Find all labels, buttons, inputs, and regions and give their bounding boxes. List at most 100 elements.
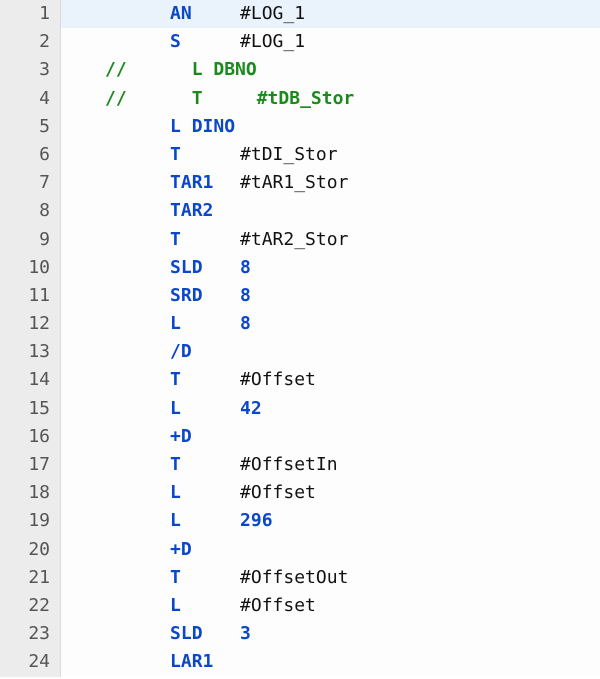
instruction: S (170, 31, 181, 52)
indent-text (105, 226, 170, 254)
indent-text (105, 564, 170, 592)
instruction: L (170, 482, 181, 503)
indent (61, 28, 105, 56)
code-line[interactable]: // L DBNO (61, 56, 600, 84)
instr-cell: T (170, 451, 240, 479)
operand-number: 42 (240, 398, 262, 419)
operand-number: 8 (240, 313, 251, 334)
instruction: AN (170, 3, 192, 24)
operand-number: 3 (240, 623, 251, 644)
operand-cell: 3 (240, 620, 251, 648)
operand-cell: #LOG_1 (240, 28, 305, 56)
instruction: TAR2 (170, 200, 213, 221)
operand: #Offset (240, 369, 316, 390)
indent-text (105, 395, 170, 423)
operand-cell: 296 (240, 507, 273, 535)
code-line[interactable]: T#tDI_Stor (61, 141, 600, 169)
operand-cell: 8 (240, 282, 251, 310)
operand-cell: #Offset (240, 366, 316, 394)
line-number: 22 (0, 592, 60, 620)
instr-cell: L (170, 395, 240, 423)
indent (61, 0, 105, 28)
code-line[interactable]: +D (61, 423, 600, 451)
code-line[interactable]: TAR1#tAR1_Stor (61, 169, 600, 197)
indent (61, 395, 105, 423)
code-line[interactable]: L296 (61, 507, 600, 535)
indent (61, 648, 105, 676)
code-line[interactable]: AN #LOG_1 (61, 0, 600, 28)
indent-text (105, 592, 170, 620)
line-number: 3 (0, 56, 60, 84)
instr-cell: T (170, 366, 240, 394)
instruction: T (170, 567, 181, 588)
instruction: L (170, 595, 181, 616)
instr-cell: SLD (170, 254, 240, 282)
line-number: 18 (0, 479, 60, 507)
instr-cell: SRD (170, 282, 240, 310)
indent-text (105, 620, 170, 648)
indent (61, 56, 105, 84)
indent (61, 226, 105, 254)
operand: #LOG_1 (240, 31, 305, 52)
indent-text (105, 113, 170, 141)
code-line[interactable]: L#Offset (61, 479, 600, 507)
indent (61, 85, 105, 113)
instr-cell: S (170, 28, 240, 56)
line-number: 2 (0, 28, 60, 56)
indent (61, 141, 105, 169)
code-line[interactable]: L#Offset (61, 592, 600, 620)
operand: #tDI_Stor (240, 144, 338, 165)
code-line[interactable]: S #LOG_1 (61, 28, 600, 56)
comment-text: // L DBNO (105, 56, 257, 84)
indent (61, 592, 105, 620)
code-line[interactable]: TAR2 (61, 197, 600, 225)
instr-cell: +D (170, 536, 240, 564)
code-line[interactable]: SLD3 (61, 620, 600, 648)
code-line[interactable]: /D (61, 338, 600, 366)
line-number: 23 (0, 620, 60, 648)
instruction: L (170, 313, 181, 334)
instr-cell: /D (170, 338, 240, 366)
code-line[interactable]: T #OffsetOut (61, 564, 600, 592)
code-line[interactable]: L42 (61, 395, 600, 423)
indent-text (105, 141, 170, 169)
instruction: +D (170, 539, 192, 560)
operand-number: 8 (240, 257, 251, 278)
indent-text (105, 366, 170, 394)
code-line[interactable]: +D (61, 536, 600, 564)
code-line[interactable]: SLD8 (61, 254, 600, 282)
indent-text (105, 338, 170, 366)
instr-cell: L (170, 592, 240, 620)
indent-text (105, 169, 170, 197)
operand: #LOG_1 (240, 3, 305, 24)
instruction: T (170, 369, 181, 390)
code-line[interactable]: L DINO (61, 113, 600, 141)
code-line[interactable]: L8 (61, 310, 600, 338)
indent-text (105, 28, 170, 56)
operand-cell: #LOG_1 (240, 0, 305, 28)
code-pane[interactable]: AN#LOG_1 S#LOG_1// L DBNO// T #tDB_Stor … (61, 0, 600, 677)
instruction: +D (170, 426, 192, 447)
operand-cell: #OffsetOut (240, 564, 348, 592)
code-line[interactable]: SRD8 (61, 282, 600, 310)
indent (61, 282, 105, 310)
instr-cell: TAR1 (170, 169, 240, 197)
instr-cell: SLD (170, 620, 240, 648)
line-number: 9 (0, 226, 60, 254)
operand-number: 296 (240, 510, 273, 531)
code-line[interactable]: T #Offset (61, 366, 600, 394)
code-line[interactable]: T#tAR2_Stor (61, 226, 600, 254)
indent (61, 620, 105, 648)
line-number: 21 (0, 564, 60, 592)
operand-cell: #OffsetIn (240, 451, 338, 479)
operand-cell: #tDI_Stor (240, 141, 338, 169)
indent (61, 310, 105, 338)
line-number: 17 (0, 451, 60, 479)
instr-cell: L (170, 479, 240, 507)
code-line[interactable]: LAR1 (61, 648, 600, 676)
line-number: 7 (0, 169, 60, 197)
indent (61, 423, 105, 451)
code-line[interactable]: // T #tDB_Stor (61, 85, 600, 113)
indent (61, 366, 105, 394)
code-line[interactable]: T#OffsetIn (61, 451, 600, 479)
